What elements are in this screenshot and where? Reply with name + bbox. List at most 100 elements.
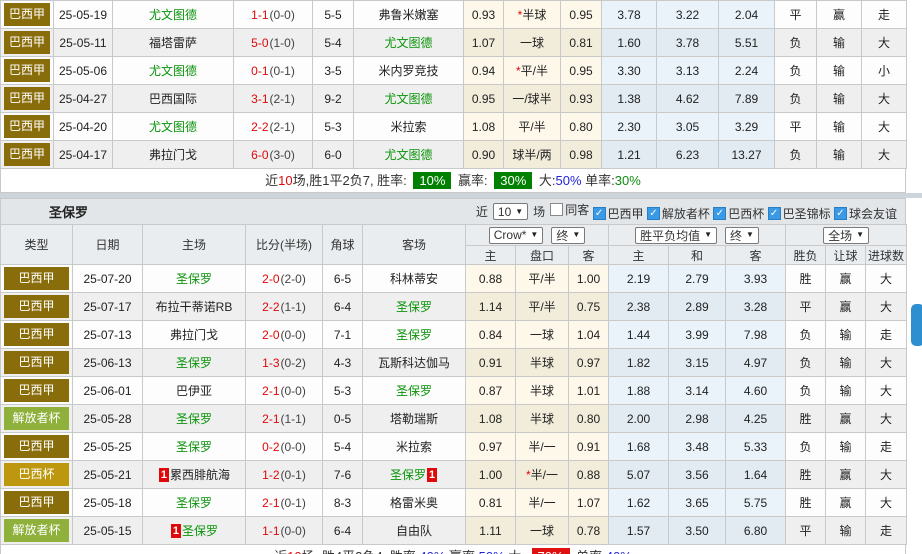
europe-odds-cell: 3.48 bbox=[668, 432, 727, 461]
team-name: 格雷米奥 bbox=[389, 496, 438, 510]
result-cell: 小 bbox=[861, 56, 907, 85]
match-date: 25-06-01 bbox=[72, 376, 143, 405]
league-badge: 巴西甲 bbox=[4, 31, 50, 54]
filter-label: 解放者杯 bbox=[661, 207, 710, 221]
match-date: 25-05-18 bbox=[72, 488, 143, 517]
result-cell: 输 bbox=[825, 348, 867, 377]
away-team: 米拉索 bbox=[353, 112, 464, 141]
home-team: 弗拉门戈 bbox=[112, 140, 234, 169]
league-badge: 巴西甲 bbox=[4, 379, 69, 402]
europe-odds-cell: 2.04 bbox=[718, 0, 775, 29]
summary-segment: 40% bbox=[606, 549, 632, 554]
away-team: 弗鲁米嫩塞 bbox=[353, 0, 464, 29]
match-score: 3-1(2-1) bbox=[233, 84, 313, 113]
away-team: 米内罗竞技 bbox=[353, 56, 464, 85]
match-score: 1-3(0-2) bbox=[245, 348, 323, 377]
checkbox-icon[interactable]: ✓ bbox=[833, 207, 847, 220]
league-cell: 解放者杯 bbox=[0, 404, 73, 433]
europe-odds-cell: 6.80 bbox=[725, 516, 787, 545]
result-cell: 大 bbox=[865, 376, 908, 405]
handicap-odds-cell: 1.07 bbox=[567, 488, 610, 517]
handicap-odds-cell: 1.11 bbox=[465, 516, 516, 545]
result-cell: 负 bbox=[785, 376, 827, 405]
europe-odds-cell: 5.51 bbox=[718, 28, 775, 57]
handicap-odds-cell: 球半/两 bbox=[503, 140, 561, 169]
handicap-odds-cell: 0.80 bbox=[560, 112, 602, 141]
corner-score: 6-4 bbox=[322, 292, 363, 321]
handicap-odds-cell: 1.08 bbox=[463, 112, 504, 141]
col-header-away: 客场 bbox=[362, 224, 466, 265]
team-name: 圣保罗 bbox=[175, 496, 212, 510]
checkbox-icon[interactable]: ✓ bbox=[767, 207, 781, 220]
scrollbar-thumb[interactable] bbox=[911, 304, 922, 346]
filter-巴西杯[interactable]: ✓ 巴西杯 bbox=[713, 205, 764, 222]
filter-巴西甲[interactable]: ✓ 巴西甲 bbox=[592, 205, 644, 222]
europe-odds-cell: 2.00 bbox=[608, 404, 670, 433]
summary-segment: 单率: bbox=[581, 173, 615, 188]
result-cell: 大 bbox=[861, 112, 907, 141]
match-score: 2-0(2-0) bbox=[245, 264, 323, 293]
table-row: 巴西甲 25-04-17 弗拉门戈 6-0(3-0) 6-0 尤文图德 0.90 球半/两 0.… bbox=[0, 140, 907, 169]
filter-巴圣锦标[interactable]: ✓ 巴圣锦标 bbox=[767, 205, 831, 222]
home-team: 福塔雷萨 bbox=[112, 28, 234, 57]
filter-球会友谊[interactable]: ✓ 球会友谊 bbox=[833, 205, 897, 222]
odds-source-select[interactable]: Crow* ▼ bbox=[488, 226, 544, 244]
europe-odds-cell: 1.88 bbox=[608, 376, 670, 405]
filter-同客[interactable]: 同客 bbox=[550, 201, 589, 218]
europe-odds-cell: 5.07 bbox=[608, 460, 670, 489]
odds-final-select-1[interactable]: 终 ▼ bbox=[551, 226, 586, 244]
europe-odds-cell: 5.33 bbox=[725, 432, 787, 461]
team-name: 米内罗竞技 bbox=[378, 64, 439, 78]
europe-odds-cell: 2.89 bbox=[668, 292, 727, 321]
filter-label: 巴圣锦标 bbox=[782, 207, 831, 221]
league-cell: 巴西甲 bbox=[0, 320, 73, 349]
result-cell: 走 bbox=[861, 0, 907, 29]
result-cell: 负 bbox=[785, 348, 827, 377]
filter-解放者杯[interactable]: ✓ 解放者杯 bbox=[646, 205, 710, 222]
col-header-type: 类型 bbox=[0, 224, 73, 265]
league-badge: 巴西甲 bbox=[4, 491, 69, 514]
col-header-ah-away: 客 bbox=[567, 245, 610, 265]
europe-odds-cell: 1.57 bbox=[608, 516, 670, 545]
team-name: 圣保罗 bbox=[389, 468, 426, 482]
team-name: 塔勒瑞斯 bbox=[389, 412, 438, 426]
checkbox-icon[interactable]: ✓ bbox=[646, 207, 660, 220]
checkbox-icon[interactable] bbox=[550, 203, 564, 216]
col-header-corner: 角球 bbox=[322, 224, 363, 265]
section-header: 圣保罗 近 10 ▼ 场 同客 ✓ 巴西甲 ✓ 解放者杯 ✓ 巴西杯 ✓ 巴圣锦标 ✓ 球… bbox=[0, 198, 906, 224]
checkbox-icon[interactable]: ✓ bbox=[713, 207, 727, 220]
summary-segment: 40% bbox=[419, 549, 445, 554]
corner-score: 9-2 bbox=[312, 84, 354, 113]
europe-odds-cell: 1.44 bbox=[608, 320, 670, 349]
handicap-odds-cell: *半/一 bbox=[515, 460, 569, 489]
europe-odds-cell: 7.98 bbox=[725, 320, 787, 349]
red-card-icon: 1 bbox=[170, 524, 181, 538]
team-name: 圣保罗 bbox=[175, 272, 212, 286]
europe-odds-cell: 3.78 bbox=[656, 28, 719, 57]
result-cell: 胜 bbox=[785, 488, 827, 517]
home-team: 圣保罗 bbox=[142, 488, 246, 517]
handicap-odds-cell: 半球 bbox=[515, 404, 569, 433]
europe-odds-cell: 3.28 bbox=[725, 292, 787, 321]
handicap-odds-cell: 平/半 bbox=[503, 112, 561, 141]
recent-count-value: 10 bbox=[497, 204, 512, 219]
result-cell: 负 bbox=[774, 140, 817, 169]
europe-odds-cell: 3.29 bbox=[718, 112, 775, 141]
scope-select[interactable]: 全场 ▼ bbox=[823, 226, 869, 244]
recent-count-select[interactable]: 10 ▼ bbox=[492, 203, 529, 220]
team-name: 科林蒂安 bbox=[389, 272, 438, 286]
wdl-average-select[interactable]: 胜平负均值 ▼ bbox=[635, 226, 718, 244]
team-name: 米拉索 bbox=[390, 120, 427, 134]
corner-score: 3-5 bbox=[312, 56, 354, 85]
league-badge: 巴西甲 bbox=[4, 323, 69, 346]
corner-score: 7-6 bbox=[322, 460, 363, 489]
handicap-odds-cell: 半/一 bbox=[515, 432, 569, 461]
team-name: 圣保罗 bbox=[395, 300, 432, 314]
odds-final-select-2[interactable]: 终 ▼ bbox=[725, 226, 759, 244]
team-name: 米拉索 bbox=[395, 440, 432, 454]
col-header-res-goals: 进球数 bbox=[865, 245, 908, 265]
handicap-odds-cell: 0.80 bbox=[567, 404, 610, 433]
match-date: 25-07-13 bbox=[72, 320, 143, 349]
checkbox-icon[interactable]: ✓ bbox=[592, 207, 606, 220]
team-name: 瓦斯科达伽马 bbox=[377, 356, 450, 370]
